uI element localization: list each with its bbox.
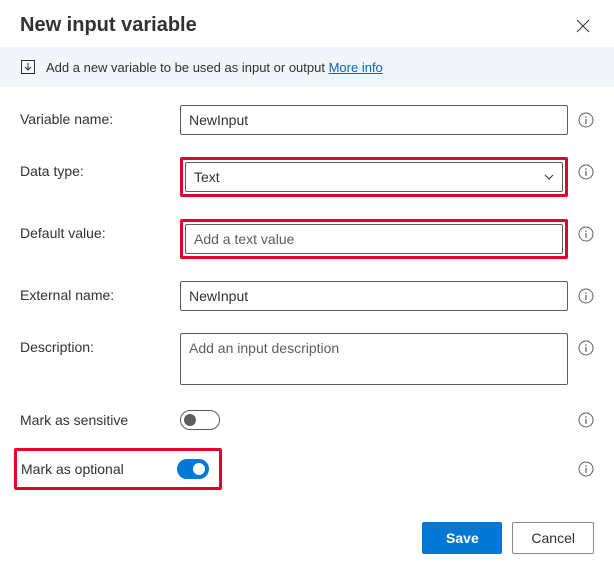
dialog-title: New input variable — [20, 14, 197, 37]
dialog-footer: Save Cancel — [0, 508, 614, 572]
new-input-variable-dialog: New input variable Add a new variable to… — [0, 0, 614, 537]
row-variable-name: Variable name: — [20, 105, 594, 135]
row-external-name: External name: — [20, 281, 594, 311]
info-icon[interactable] — [578, 226, 594, 242]
info-icon[interactable] — [578, 164, 594, 180]
download-icon — [20, 59, 36, 75]
default-value-input[interactable] — [185, 224, 563, 254]
close-icon — [576, 19, 590, 33]
description-input[interactable] — [180, 333, 568, 385]
label-data-type: Data type: — [20, 157, 180, 179]
info-icon[interactable] — [578, 461, 594, 477]
label-external-name: External name: — [20, 281, 180, 303]
variable-name-input[interactable] — [180, 105, 568, 135]
external-name-input[interactable] — [180, 281, 568, 311]
mark-sensitive-toggle[interactable] — [180, 410, 220, 430]
row-description: Description: — [20, 333, 594, 388]
cancel-button[interactable]: Cancel — [512, 522, 594, 554]
close-button[interactable] — [572, 15, 594, 37]
label-description: Description: — [20, 333, 180, 355]
more-info-link[interactable]: More info — [329, 60, 383, 75]
label-mark-optional: Mark as optional — [21, 461, 177, 477]
row-mark-optional: Mark as optional — [14, 448, 594, 490]
row-default-value: Default value: — [20, 219, 594, 259]
dialog-header: New input variable — [0, 0, 614, 47]
row-data-type: Data type: Text — [20, 157, 594, 197]
info-icon[interactable] — [578, 412, 594, 428]
form-body: Variable name: Data type: Text — [0, 87, 614, 508]
label-mark-sensitive: Mark as sensitive — [20, 412, 180, 428]
label-variable-name: Variable name: — [20, 105, 180, 127]
mark-optional-toggle[interactable] — [177, 459, 209, 479]
info-icon[interactable] — [578, 112, 594, 128]
info-bar-text: Add a new variable to be used as input o… — [46, 60, 383, 75]
info-icon[interactable] — [578, 340, 594, 356]
info-bar: Add a new variable to be used as input o… — [0, 47, 614, 87]
info-icon[interactable] — [578, 288, 594, 304]
label-default-value: Default value: — [20, 219, 180, 241]
save-button[interactable]: Save — [422, 522, 502, 554]
data-type-select[interactable]: Text — [185, 162, 563, 192]
row-mark-sensitive: Mark as sensitive — [20, 410, 594, 430]
